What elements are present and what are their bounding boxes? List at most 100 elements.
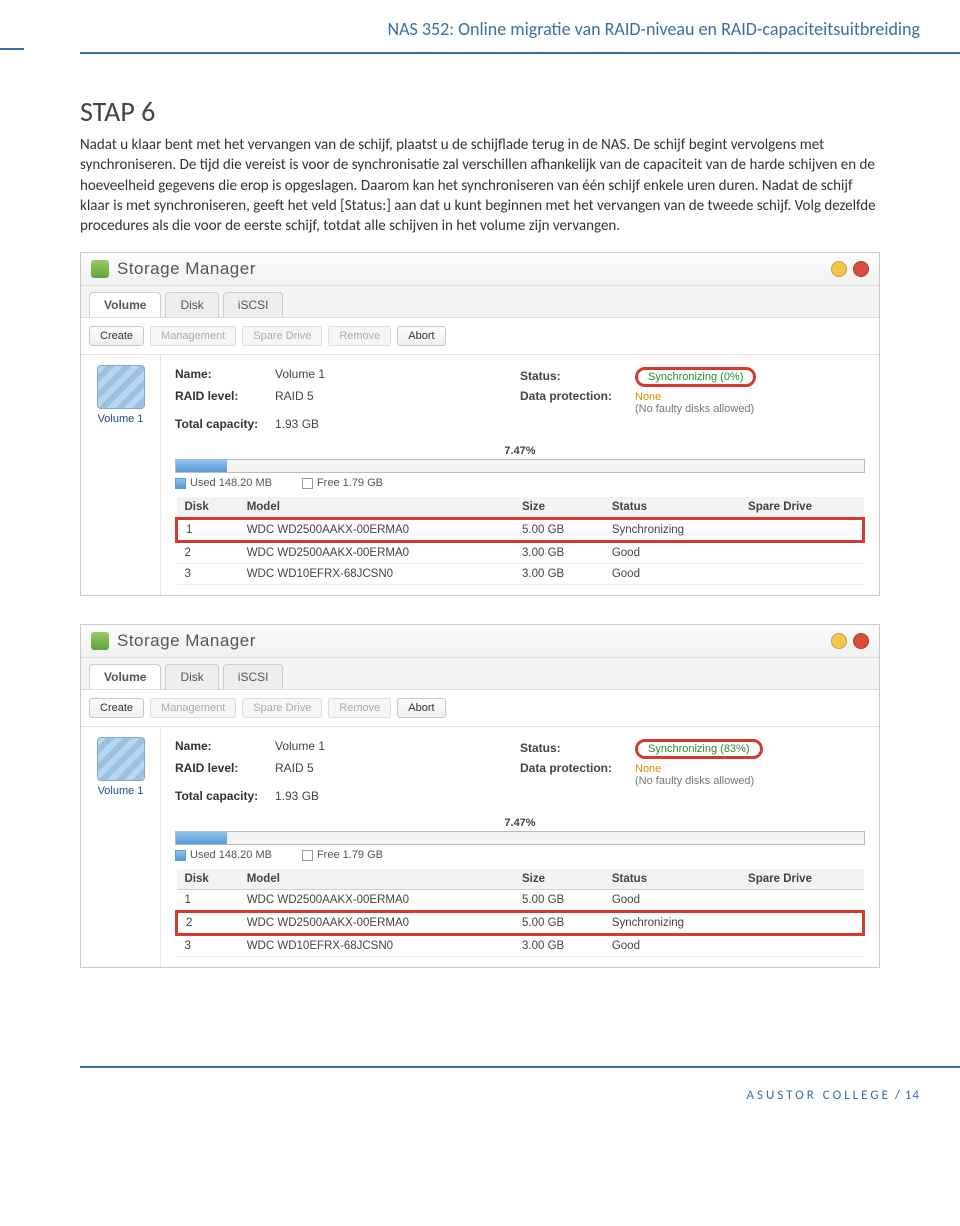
tab-iscsi[interactable]: iSCSI bbox=[223, 292, 284, 317]
value-data-protection: None bbox=[635, 763, 754, 775]
table-row[interactable]: 3WDC WD10EFRX-68JCSN03.00 GBGood bbox=[177, 935, 864, 957]
value-data-protection: None bbox=[635, 391, 754, 403]
label-total-capacity: Total capacity: bbox=[175, 789, 275, 803]
page-footer: ASUSTOR COLLEGE / 14 bbox=[80, 1066, 960, 1123]
col-model[interactable]: Model bbox=[239, 869, 514, 890]
management-button[interactable]: Management bbox=[150, 698, 236, 718]
volume-label[interactable]: Volume 1 bbox=[87, 413, 154, 425]
value-status: Synchronizing (83%) bbox=[635, 739, 763, 759]
label-total-capacity: Total capacity: bbox=[175, 417, 275, 431]
window-close-button[interactable] bbox=[853, 633, 869, 649]
table-row[interactable]: 1WDC WD2500AAKX-00ERMA05.00 GBGood bbox=[177, 890, 864, 912]
progress-fill bbox=[176, 832, 227, 844]
cell-status: Good bbox=[604, 542, 740, 564]
label-data-protection: Data protection: bbox=[520, 761, 635, 775]
window-minimize-button[interactable] bbox=[831, 261, 847, 277]
value-total-capacity: 1.93 GB bbox=[275, 417, 319, 431]
legend-used-label: Used bbox=[190, 477, 216, 489]
spare-drive-button[interactable]: Spare Drive bbox=[242, 698, 322, 718]
management-button[interactable]: Management bbox=[150, 326, 236, 346]
volume-label[interactable]: Volume 1 bbox=[87, 785, 154, 797]
window-title: Storage Manager bbox=[117, 631, 256, 651]
remove-button[interactable]: Remove bbox=[328, 698, 391, 718]
header-divider bbox=[80, 52, 960, 54]
swatch-used-icon bbox=[175, 850, 186, 861]
value-status: Synchronizing (0%) bbox=[635, 367, 756, 387]
swatch-free-icon bbox=[302, 850, 313, 861]
abort-button[interactable]: Abort bbox=[397, 698, 445, 718]
cell-status: Synchronizing bbox=[604, 912, 740, 935]
cell-model: WDC WD2500AAKX-00ERMA0 bbox=[239, 542, 514, 564]
cell-model: WDC WD10EFRX-68JCSN0 bbox=[239, 935, 514, 957]
cell-disk: 2 bbox=[177, 542, 239, 564]
value-raid-level: RAID 5 bbox=[275, 761, 314, 787]
volume-icon[interactable] bbox=[97, 365, 145, 409]
progress-percent: 7.47% bbox=[175, 817, 865, 829]
cell-size: 3.00 GB bbox=[514, 542, 604, 564]
spare-drive-button[interactable]: Spare Drive bbox=[242, 326, 322, 346]
tab-volume[interactable]: Volume bbox=[89, 292, 161, 317]
legend-free-value: 1.79 GB bbox=[343, 477, 383, 489]
table-row[interactable]: 2WDC WD2500AAKX-00ERMA05.00 GBSynchroniz… bbox=[177, 912, 864, 935]
col-spare[interactable]: Spare Drive bbox=[740, 869, 863, 890]
cell-disk: 1 bbox=[177, 890, 239, 912]
doc-header-title: NAS 352: Online migratie van RAID-niveau… bbox=[0, 0, 960, 48]
swatch-used-icon bbox=[175, 478, 186, 489]
tab-disk[interactable]: Disk bbox=[165, 292, 218, 317]
legend-used-label: Used bbox=[190, 849, 216, 861]
value-raid-level: RAID 5 bbox=[275, 389, 314, 415]
table-row[interactable]: 1WDC WD2500AAKX-00ERMA05.00 GBSynchroniz… bbox=[177, 519, 864, 542]
storage-manager-window: Storage Manager Volume Disk iSCSI Create… bbox=[80, 624, 880, 968]
label-status: Status: bbox=[520, 741, 635, 755]
cell-model: WDC WD10EFRX-68JCSN0 bbox=[239, 564, 514, 585]
col-status[interactable]: Status bbox=[604, 869, 740, 890]
label-raid-level: RAID level: bbox=[175, 389, 275, 415]
cell-model: WDC WD2500AAKX-00ERMA0 bbox=[239, 890, 514, 912]
cell-status: Good bbox=[604, 890, 740, 912]
table-row[interactable]: 2WDC WD2500AAKX-00ERMA03.00 GBGood bbox=[177, 542, 864, 564]
window-title: Storage Manager bbox=[117, 259, 256, 279]
disk-table: Disk Model Size Status Spare Drive 1WDC … bbox=[175, 869, 865, 957]
label-status: Status: bbox=[520, 369, 635, 383]
window-close-button[interactable] bbox=[853, 261, 869, 277]
abort-button[interactable]: Abort bbox=[397, 326, 445, 346]
label-name: Name: bbox=[175, 367, 275, 387]
cell-model: WDC WD2500AAKX-00ERMA0 bbox=[239, 912, 514, 935]
tab-disk[interactable]: Disk bbox=[165, 664, 218, 689]
tab-iscsi[interactable]: iSCSI bbox=[223, 664, 284, 689]
col-size[interactable]: Size bbox=[514, 869, 604, 890]
value-name: Volume 1 bbox=[275, 367, 325, 387]
cell-disk: 2 bbox=[177, 912, 239, 935]
tab-volume[interactable]: Volume bbox=[89, 664, 161, 689]
col-spare[interactable]: Spare Drive bbox=[740, 497, 863, 519]
app-icon bbox=[91, 632, 109, 650]
progress-fill bbox=[176, 460, 227, 472]
cell-spare bbox=[740, 542, 863, 564]
cell-spare bbox=[740, 519, 863, 542]
footer-page-number: 14 bbox=[905, 1088, 920, 1103]
create-button[interactable]: Create bbox=[89, 326, 144, 346]
col-disk[interactable]: Disk bbox=[177, 497, 239, 519]
cell-spare bbox=[740, 912, 863, 935]
label-raid-level: RAID level: bbox=[175, 761, 275, 787]
remove-button[interactable]: Remove bbox=[328, 326, 391, 346]
create-button[interactable]: Create bbox=[89, 698, 144, 718]
value-total-capacity: 1.93 GB bbox=[275, 789, 319, 803]
col-disk[interactable]: Disk bbox=[177, 869, 239, 890]
cell-disk: 3 bbox=[177, 935, 239, 957]
volume-icon[interactable] bbox=[97, 737, 145, 781]
label-name: Name: bbox=[175, 739, 275, 759]
table-row[interactable]: 3WDC WD10EFRX-68JCSN03.00 GBGood bbox=[177, 564, 864, 585]
legend-used-value: 148.20 MB bbox=[219, 477, 272, 489]
step-paragraph: Nadat u klaar bent met het vervangen van… bbox=[80, 135, 880, 236]
window-titlebar: Storage Manager bbox=[81, 625, 879, 658]
footer-brand: ASUSTOR COLLEGE bbox=[747, 1088, 891, 1103]
col-size[interactable]: Size bbox=[514, 497, 604, 519]
col-status[interactable]: Status bbox=[604, 497, 740, 519]
step-heading: STAP 6 bbox=[80, 94, 880, 129]
window-titlebar: Storage Manager bbox=[81, 253, 879, 286]
col-model[interactable]: Model bbox=[239, 497, 514, 519]
cell-status: Good bbox=[604, 564, 740, 585]
legend-used-value: 148.20 MB bbox=[219, 849, 272, 861]
window-minimize-button[interactable] bbox=[831, 633, 847, 649]
